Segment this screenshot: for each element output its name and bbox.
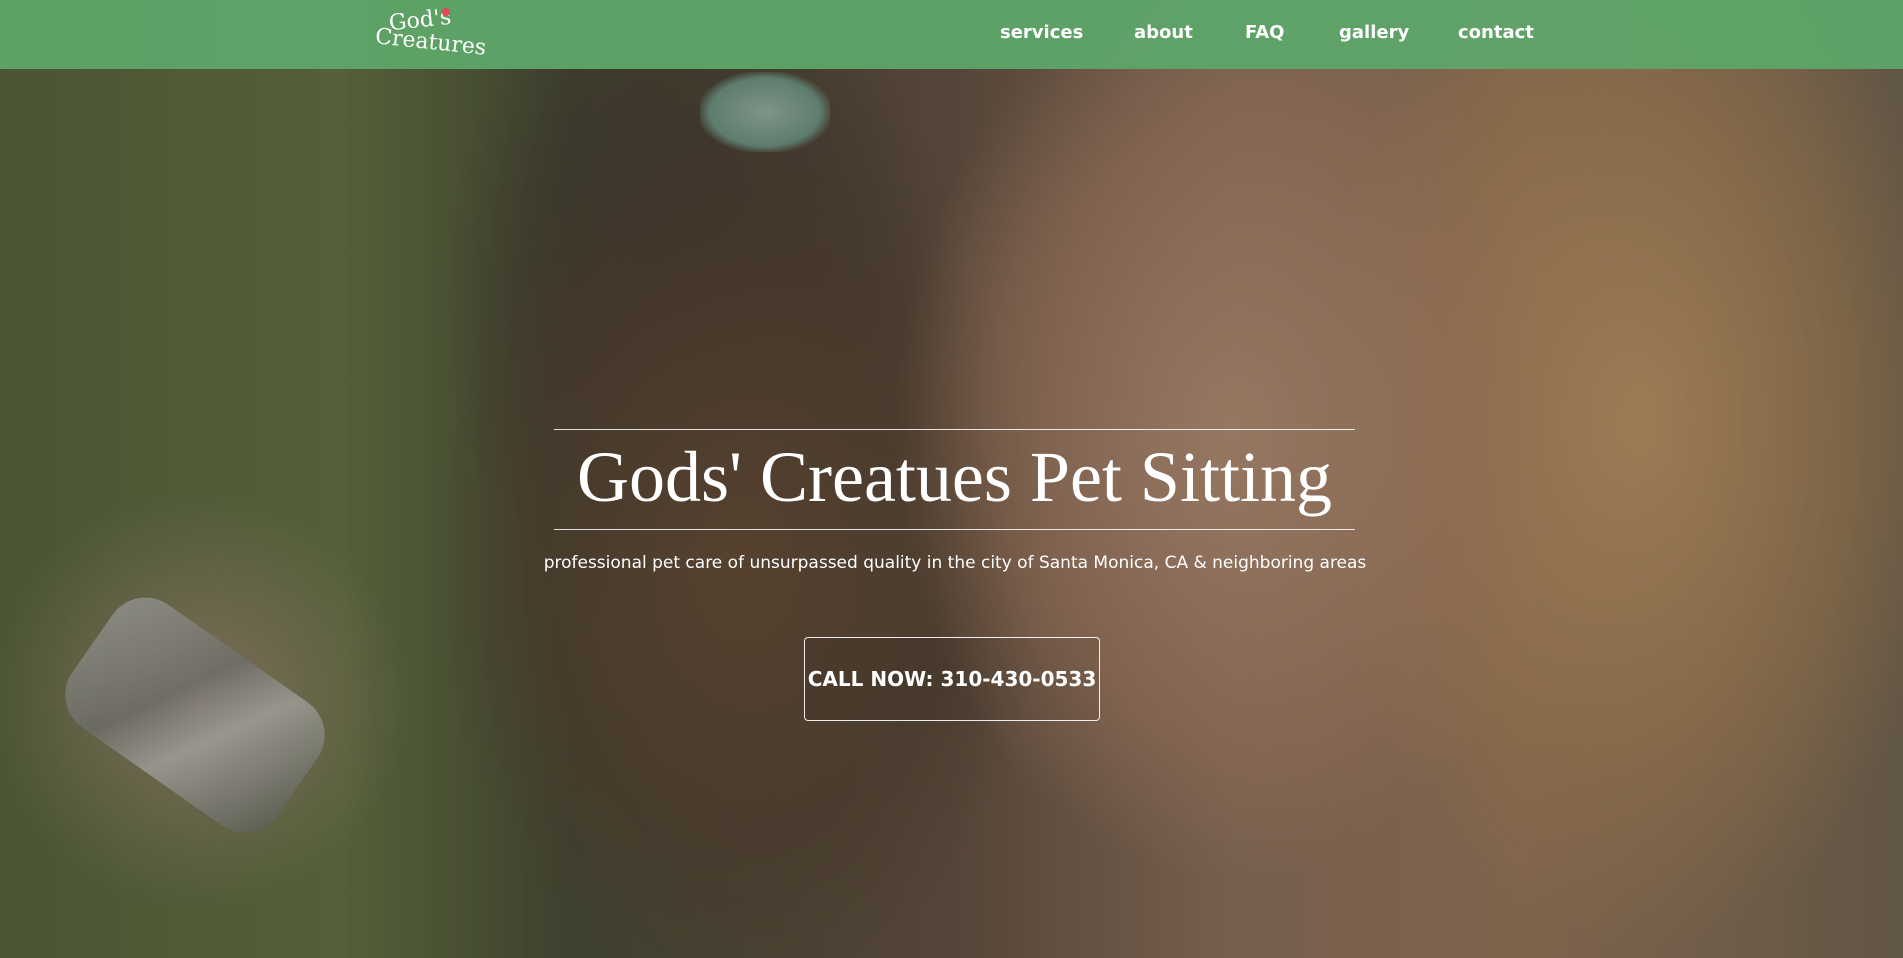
call-now-label: CALL NOW: 310-430-0533 — [807, 667, 1097, 691]
title-top-rule — [554, 429, 1355, 430]
nav-contact[interactable]: contact — [1458, 22, 1534, 43]
nav-about[interactable]: about — [1134, 22, 1193, 43]
nav-faq[interactable]: FAQ — [1245, 22, 1284, 43]
hero-subtitle: professional pet care of unsurpassed qua… — [543, 553, 1367, 573]
logo-line-2: Creatures — [374, 24, 488, 61]
hero-title: Gods' Creatues Pet Sitting — [577, 437, 1332, 517]
nav-gallery[interactable]: gallery — [1339, 22, 1409, 43]
top-navigation-bar: God's Creatures services about FAQ galle… — [0, 0, 1903, 69]
logo-heart-icon — [442, 8, 450, 16]
site-logo[interactable]: God's Creatures — [374, 5, 495, 61]
call-now-button[interactable]: CALL NOW: 310-430-0533 — [804, 637, 1100, 721]
title-bottom-rule — [554, 529, 1355, 530]
nav-services[interactable]: services — [1000, 22, 1083, 43]
